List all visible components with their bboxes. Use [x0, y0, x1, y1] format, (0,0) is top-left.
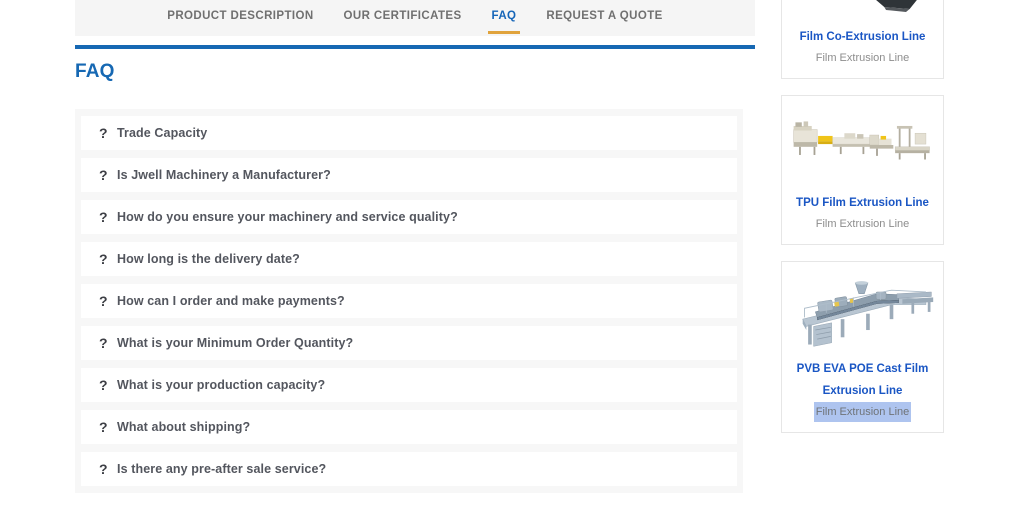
faq-question-label: Is there any pre-after sale service?	[117, 461, 327, 476]
main-content-column: PRODUCT DESCRIPTION OUR CERTIFICATES FAQ…	[75, 0, 755, 493]
faq-item[interactable]: ? What about shipping?	[81, 410, 737, 444]
faq-question-label: How do you ensure your machinery and ser…	[117, 209, 458, 224]
page-title: FAQ	[75, 61, 115, 82]
question-mark-icon: ?	[99, 335, 108, 351]
page-root: PRODUCT DESCRIPTION OUR CERTIFICATES FAQ…	[0, 0, 1024, 511]
faq-list: ? Trade Capacity ? Is Jwell Machinery a …	[75, 109, 743, 493]
question-mark-icon: ?	[99, 461, 108, 477]
tab-label: OUR CERTIFICATES	[343, 10, 462, 23]
cast-film-line-photo	[790, 268, 935, 354]
product-card-pvb-eva-poe-cast-film-extrusion-line[interactable]: PVB EVA POE Cast Film Extrusion Line Fil…	[781, 261, 944, 433]
section-divider	[75, 45, 755, 49]
tab-label: REQUEST A QUOTE	[546, 10, 663, 23]
faq-question-label: What about shipping?	[117, 419, 251, 434]
question-mark-icon: ?	[99, 293, 108, 309]
question-mark-icon: ?	[99, 209, 108, 225]
question-mark-icon: ?	[99, 167, 108, 183]
product-card-tpu-film-extrusion-line[interactable]: TPU Film Extrusion Line Film Extrusion L…	[781, 95, 944, 245]
machine-illustration	[876, 0, 917, 12]
tab-our-certificates[interactable]: OUR CERTIFICATES	[329, 1, 477, 35]
question-mark-icon: ?	[99, 125, 108, 141]
question-mark-icon: ?	[99, 251, 108, 267]
faq-question-label: What is your Minimum Order Quantity?	[117, 335, 354, 350]
faq-question-label: Is Jwell Machinery a Manufacturer?	[117, 167, 331, 182]
product-tabs: PRODUCT DESCRIPTION OUR CERTIFICATES FAQ…	[75, 0, 755, 36]
product-card-title: TPU Film Extrusion Line	[796, 197, 929, 209]
faq-question-label: What is your production capacity?	[117, 377, 326, 392]
extrusion-line-photo	[790, 102, 935, 188]
machine-illustration	[802, 281, 934, 347]
faq-question-label: How can I order and make payments?	[117, 293, 345, 308]
product-card-title: Film Co-Extrusion Line	[799, 31, 926, 43]
tab-product-description[interactable]: PRODUCT DESCRIPTION	[152, 1, 328, 35]
product-card-film-co-extrusion-line[interactable]: Film Co-Extrusion Line Film Extrusion Li…	[781, 0, 944, 79]
product-card-title: PVB EVA POE Cast Film Extrusion Line	[796, 363, 929, 397]
tab-label: PRODUCT DESCRIPTION	[167, 10, 314, 23]
tab-label: FAQ	[491, 10, 517, 23]
faq-item[interactable]: ? What is your Minimum Order Quantity?	[81, 326, 737, 360]
faq-item[interactable]: ? Is there any pre-after sale service?	[81, 452, 737, 486]
machine-illustration	[793, 121, 930, 160]
faq-item[interactable]: ? Is Jwell Machinery a Manufacturer?	[81, 158, 737, 192]
question-mark-icon: ?	[99, 377, 108, 393]
faq-question-label: How long is the delivery date?	[117, 251, 300, 266]
product-card-subtitle: Film Extrusion Line	[815, 218, 910, 230]
faq-item[interactable]: ? Trade Capacity	[81, 116, 737, 150]
faq-item[interactable]: ? What is your production capacity?	[81, 368, 737, 402]
faq-question-label: Trade Capacity	[117, 125, 208, 140]
faq-item[interactable]: ? How can I order and make payments?	[81, 284, 737, 318]
tab-faq[interactable]: FAQ	[477, 1, 532, 35]
related-products-sidebar: Film Co-Extrusion Line Film Extrusion Li…	[781, 0, 944, 449]
question-mark-icon: ?	[99, 419, 108, 435]
product-card-subtitle: Film Extrusion Line	[813, 402, 912, 422]
faq-item[interactable]: ? How do you ensure your machinery and s…	[81, 200, 737, 234]
tab-request-a-quote[interactable]: REQUEST A QUOTE	[531, 1, 677, 35]
faq-item[interactable]: ? How long is the delivery date?	[81, 242, 737, 276]
extrusion-line-photo	[790, 0, 935, 22]
product-card-subtitle: Film Extrusion Line	[815, 52, 910, 64]
